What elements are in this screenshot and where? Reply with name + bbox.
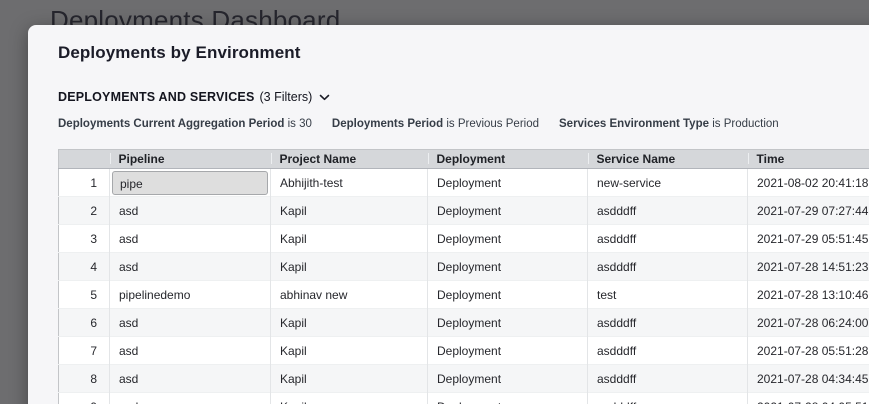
column-header-service-name: Service Name [588,150,748,169]
selected-cell[interactable]: pipe [112,171,268,195]
row-number: 2 [59,197,110,225]
filter-value: is Production [712,118,778,130]
project-name-cell[interactable]: Kapil [271,393,428,404]
table-row: 5 pipelinedemo abhinav new Deployment te… [59,281,869,309]
row-number: 3 [59,225,110,253]
deployment-cell[interactable]: Deployment [428,281,588,309]
deployment-cell[interactable]: Deployment [428,225,588,253]
row-number: 9 [59,393,110,404]
project-name-cell[interactable]: Kapil [271,197,428,225]
deployment-cell[interactable]: Deployment [428,169,588,197]
pipeline-cell[interactable]: pipelinedemo [110,281,271,309]
filter-value: is 30 [288,118,312,130]
row-number: 7 [59,337,110,365]
service-name-cell[interactable]: asdddff [588,253,748,281]
time-cell[interactable]: 2021-08-02 20:41:18 [748,169,869,197]
row-number: 6 [59,309,110,337]
time-cell[interactable]: 2021-07-28 06:24:00 [748,309,869,337]
project-name-cell[interactable]: Kapil [271,225,428,253]
table-row: 3 asd Kapil Deployment asdddff 2021-07-2… [59,225,869,253]
row-number: 4 [59,253,110,281]
pipeline-cell[interactable]: asd [110,393,271,404]
pipeline-cell[interactable]: asd [110,337,271,365]
pipeline-cell[interactable]: pipe [110,169,271,197]
service-name-cell[interactable]: asdddff [588,197,748,225]
chevron-down-icon [319,90,330,104]
deployment-cell[interactable]: Deployment [428,197,588,225]
row-number: 8 [59,365,110,393]
column-header-pipeline: Pipeline [110,150,271,169]
applied-filters: Deployments Current Aggregation Period i… [58,118,869,130]
time-cell[interactable]: 2021-07-29 05:51:45 [748,225,869,253]
project-name-cell[interactable]: Kapil [271,337,428,365]
pipeline-cell[interactable]: asd [110,197,271,225]
deployment-cell[interactable]: Deployment [428,253,588,281]
screen: Deployments Dashboard Deployments by Env… [0,0,869,404]
time-cell[interactable]: 2021-07-28 04:05:51 [748,393,869,404]
table-row: 6 asd Kapil Deployment asdddff 2021-07-2… [59,309,869,337]
table-row: 2 asd Kapil Deployment asdddff 2021-07-2… [59,197,869,225]
deployment-cell[interactable]: Deployment [428,365,588,393]
service-name-cell[interactable]: new-service [588,169,748,197]
pipeline-cell[interactable]: asd [110,225,271,253]
service-name-cell[interactable]: asdddff [588,365,748,393]
project-name-cell[interactable]: Kapil [271,309,428,337]
section-title: DEPLOYMENTS AND SERVICES [58,90,255,104]
service-name-cell[interactable]: asdddff [588,337,748,365]
table-row: 4 asd Kapil Deployment asdddff 2021-07-2… [59,253,869,281]
filters-count-label: (3 Filters) [260,90,313,104]
row-number: 5 [59,281,110,309]
filter-label: Services Environment Type [559,118,709,130]
project-name-cell[interactable]: Abhijith-test [271,169,428,197]
row-number-header [59,150,110,169]
column-header-time: Time [748,150,869,169]
service-name-cell[interactable]: asdddff [588,393,748,404]
table-row: 8 asd Kapil Deployment asdddff 2021-07-2… [59,365,869,393]
deployment-cell[interactable]: Deployment [428,393,588,404]
filter-label: Deployments Period [332,118,443,130]
table-header-row: Pipeline Project Name Deployment Service… [59,150,869,169]
pipeline-cell[interactable]: asd [110,365,271,393]
filter-chip: Deployments Period is Previous Period [332,118,539,130]
service-name-cell[interactable]: asdddff [588,225,748,253]
filter-value: is Previous Period [446,118,539,130]
time-cell[interactable]: 2021-07-29 07:27:44 [748,197,869,225]
filters-section-toggle[interactable]: DEPLOYMENTS AND SERVICES (3 Filters) [58,90,330,104]
column-header-project-name: Project Name [271,150,428,169]
deployments-table: Pipeline Project Name Deployment Service… [58,149,869,404]
filter-chip: Deployments Current Aggregation Period i… [58,118,312,130]
deployment-cell[interactable]: Deployment [428,337,588,365]
filter-chip: Services Environment Type is Production [559,118,779,130]
time-cell[interactable]: 2021-07-28 14:51:23 [748,253,869,281]
deployment-cell[interactable]: Deployment [428,309,588,337]
filter-label: Deployments Current Aggregation Period [58,118,284,130]
time-cell[interactable]: 2021-07-28 04:34:45 [748,365,869,393]
project-name-cell[interactable]: abhinav new [271,281,428,309]
row-number: 1 [59,169,110,197]
column-header-deployment: Deployment [428,150,588,169]
service-name-cell[interactable]: test [588,281,748,309]
pipeline-cell[interactable]: asd [110,253,271,281]
modal-title: Deployments by Environment [58,43,869,63]
deployments-by-environment-modal: Deployments by Environment DEPLOYMENTS A… [28,25,869,404]
time-cell[interactable]: 2021-07-28 05:51:28 [748,337,869,365]
pipeline-cell[interactable]: asd [110,309,271,337]
project-name-cell[interactable]: Kapil [271,253,428,281]
table-row: 9 asd Kapil Deployment asdddff 2021-07-2… [59,393,869,404]
table-row: 7 asd Kapil Deployment asdddff 2021-07-2… [59,337,869,365]
project-name-cell[interactable]: Kapil [271,365,428,393]
time-cell[interactable]: 2021-07-28 13:10:46 [748,281,869,309]
service-name-cell[interactable]: asdddff [588,309,748,337]
table-row: 1 pipe Abhijith-test Deployment new-serv… [59,169,869,197]
